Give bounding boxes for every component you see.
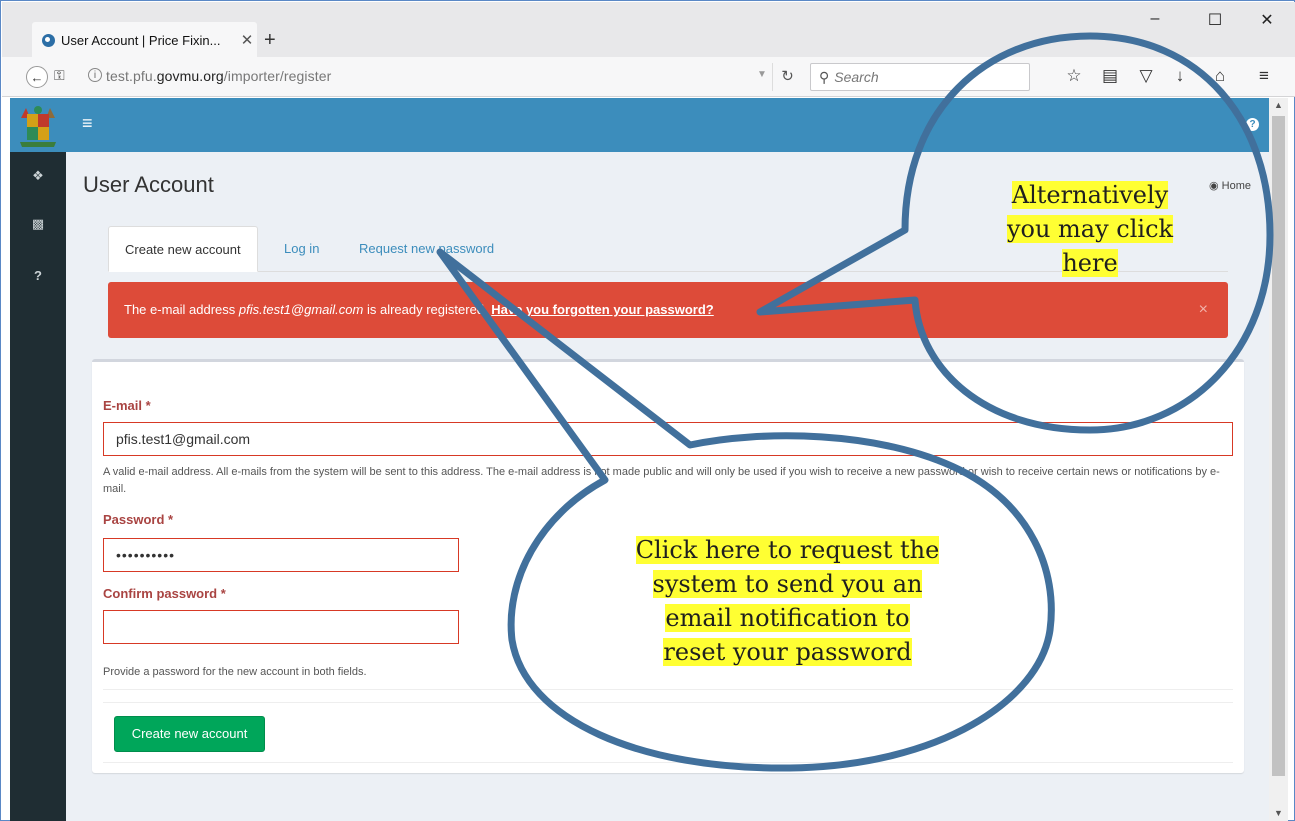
key-icon[interactable]: ⚿ [54, 67, 65, 84]
reload-icon[interactable]: ↻ [772, 63, 802, 91]
home-icon[interactable]: ❖ [10, 168, 66, 184]
maximize-button[interactable]: ☐ [1195, 10, 1235, 30]
site-favicon-icon [42, 33, 55, 47]
browser-window: User Account | Price Fixin... ✕ + – ☐ ✕ … [0, 0, 1295, 821]
callout-top-line-2: you may click [1006, 215, 1174, 243]
form-divider [103, 689, 1233, 690]
app-header: ≡ ? [66, 98, 1269, 152]
callout-bottom-line-3: email notification to [665, 604, 910, 632]
email-field[interactable]: pfis.test1@gmail.com [103, 422, 1233, 456]
reading-list-icon[interactable]: ▤ [1098, 66, 1122, 86]
alert-prefix: The e-mail address [124, 302, 239, 317]
alert-middle: is already registered. [363, 302, 492, 317]
confirm-password-field[interactable] [103, 610, 459, 644]
password-label: Password * [103, 512, 174, 527]
breadcrumb-home: Home [1221, 180, 1251, 192]
tab-create-new-account[interactable]: Create new account [108, 226, 258, 272]
app-sidebar: ❖ ▩ ? [10, 98, 66, 821]
pocket-icon[interactable]: ▽ [1134, 66, 1158, 86]
close-tab-icon[interactable]: ✕ [237, 31, 257, 49]
scroll-up-icon[interactable]: ▲ [1269, 100, 1288, 110]
callout-bottom-line-4: reset your password [663, 638, 912, 666]
email-help-text: A valid e-mail address. All e-mails from… [103, 466, 1220, 495]
callout-top-line-3: here [1062, 249, 1118, 277]
error-alert: The e-mail address pfis.test1@gmail.com … [108, 282, 1228, 338]
home-browser-icon[interactable]: ⌂ [1208, 66, 1232, 86]
forgot-password-link[interactable]: Have you forgotten your password? [491, 302, 713, 317]
minimize-button[interactable]: – [1135, 10, 1175, 28]
url-host: govmu.org [156, 68, 224, 84]
info-icon[interactable]: i [88, 68, 102, 82]
page-scrollbar[interactable]: ▲ ▼ [1269, 98, 1288, 821]
url-prefix: test.pfu. [106, 68, 157, 84]
back-arrow-icon[interactable]: ← [26, 66, 48, 88]
tab-log-in[interactable]: Log in [268, 226, 335, 272]
tab-request-new-password[interactable]: Request new password [343, 226, 510, 272]
callout-bottom-line-2: system to send you an [652, 570, 923, 598]
pdf-icon[interactable]: ▩ [10, 216, 66, 232]
confirm-password-label: Confirm password * [103, 586, 226, 601]
browser-tab-title: User Account | Price Fixin... [61, 32, 221, 48]
callout-bottom-line-1: Click here to request the [635, 536, 940, 564]
alert-close-icon[interactable]: × [1199, 282, 1208, 338]
password-field[interactable]: •••••••••• [103, 538, 459, 572]
callout-bottom-text: Click here to request the system to send… [590, 533, 985, 669]
scroll-down-icon[interactable]: ▼ [1269, 808, 1288, 818]
bookmark-star-icon[interactable]: ☆ [1062, 66, 1086, 86]
site-logo[interactable] [10, 98, 66, 152]
callout-top-line-1: Alternatively [1011, 181, 1169, 209]
scroll-thumb[interactable] [1272, 116, 1285, 776]
browser-tab-bar: User Account | Price Fixin... ✕ + – ☐ ✕ [2, 2, 1295, 58]
download-icon[interactable]: ↓ [1168, 66, 1192, 86]
email-label: E-mail * [103, 398, 151, 413]
url-dropdown-icon[interactable]: ▼ [757, 69, 767, 80]
form-footer-divider [103, 702, 1233, 703]
browser-search-input[interactable]: ⚲ Search [810, 63, 1030, 91]
coat-of-arms-icon [20, 106, 56, 147]
create-account-button[interactable]: Create new account [114, 716, 265, 752]
help-circle-icon[interactable]: ? [1246, 118, 1259, 131]
page-title: User Account [83, 172, 214, 197]
help-icon[interactable]: ? [10, 268, 66, 283]
close-window-button[interactable]: ✕ [1247, 10, 1287, 30]
alert-email: pfis.test1@gmail.com [238, 302, 364, 317]
hamburger-menu-icon[interactable]: ≡ [82, 113, 93, 134]
browser-tab[interactable]: User Account | Price Fixin... ✕ [32, 22, 257, 58]
url-path: /importer/register [223, 68, 332, 84]
address-bar[interactable]: test.pfu.govmu.org/importer/register [106, 68, 331, 84]
search-placeholder: Search [834, 69, 879, 85]
search-icon: ⚲ [819, 68, 830, 85]
callout-top-right-text: Alternatively you may click here [960, 178, 1220, 280]
password-help-text: Provide a password for the new account i… [103, 666, 367, 678]
form-bottom-divider [103, 762, 1233, 763]
new-tab-button[interactable]: + [264, 29, 276, 52]
browser-nav-bar: ← ⚿ i test.pfu.govmu.org/importer/regist… [2, 57, 1295, 97]
browser-menu-icon[interactable]: ≡ [1252, 66, 1276, 86]
